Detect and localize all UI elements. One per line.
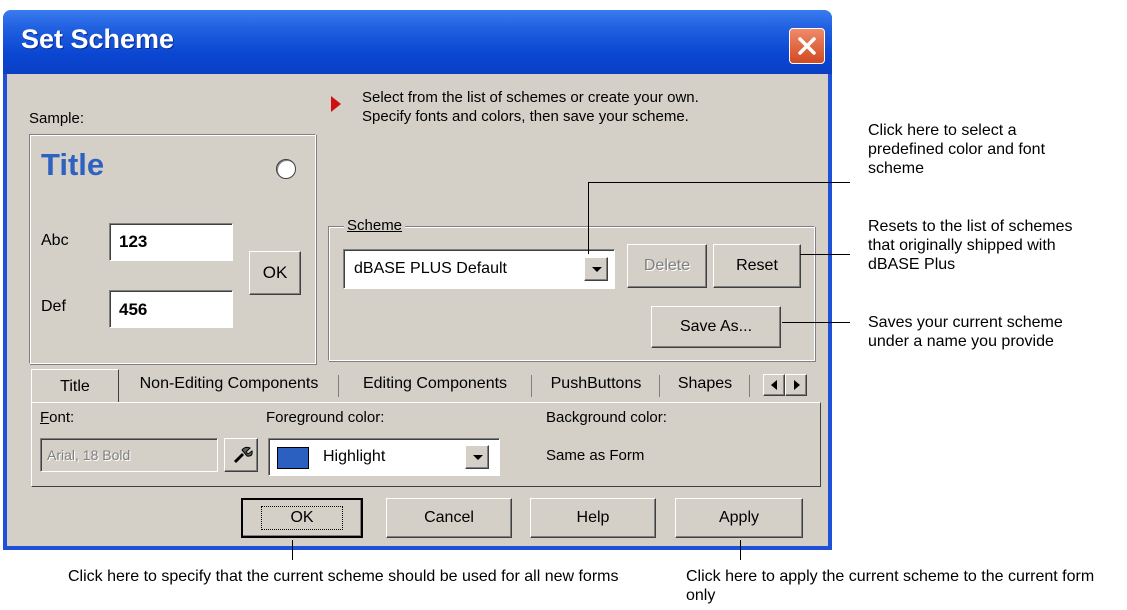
annotation-select-scheme: Click here to select a predefined color … — [868, 122, 1046, 177]
save-as-button[interactable]: Save As... — [651, 306, 781, 348]
sample-label: Sample: — [29, 110, 85, 127]
help-button[interactable]: Help — [530, 498, 656, 538]
chevron-down-icon[interactable] — [584, 257, 608, 281]
ok-button[interactable]: OK — [241, 498, 363, 538]
sample-panel: Title Abc 123 OK Def 456 — [29, 134, 316, 364]
cancel-button[interactable]: Cancel — [386, 498, 512, 538]
tab-shapes[interactable]: Shapes — [662, 369, 748, 399]
sample-title: Title — [41, 147, 105, 182]
annotation-save-as: Saves your current scheme under a name y… — [868, 314, 1063, 350]
chevron-down-icon[interactable] — [465, 445, 489, 469]
apply-button[interactable]: Apply — [675, 498, 803, 538]
close-button[interactable] — [789, 28, 825, 64]
scheme-selected: dBASE PLUS Default — [354, 260, 507, 277]
sample-ok-button[interactable]: OK — [249, 251, 301, 295]
tab-strip: Title Non-Editing Components Editing Com… — [31, 369, 821, 403]
tab-separator — [338, 375, 339, 397]
tab-editing-components[interactable]: Editing Components — [340, 369, 530, 399]
font-label: Font: — [40, 409, 75, 426]
callout-line — [740, 540, 741, 560]
annotation-apply: Click here to apply the current scheme t… — [686, 568, 1095, 604]
title-bar[interactable]: Set Scheme — [3, 10, 832, 74]
reset-button[interactable]: Reset — [713, 244, 801, 288]
hint-line-1: Select from the list of schemes or creat… — [362, 89, 699, 106]
sample-abc-field[interactable]: 123 — [109, 223, 233, 261]
wrench-icon — [233, 446, 253, 464]
hint-line-2: Specify fonts and colors, then save your… — [362, 108, 689, 125]
callout-line — [800, 254, 850, 255]
font-picker-button[interactable] — [224, 438, 258, 472]
sample-def-label: Def — [41, 298, 66, 315]
tab-separator — [659, 375, 660, 397]
delete-button[interactable]: Delete — [627, 244, 707, 288]
tab-pushbuttons[interactable]: PushButtons — [534, 369, 658, 399]
font-field[interactable]: Arial, 18 Bold — [40, 438, 218, 472]
close-icon — [798, 37, 816, 55]
sample-def-field[interactable]: 456 — [109, 290, 233, 328]
bg-color-value: Same as Form — [546, 447, 645, 464]
window-title: Set Scheme — [21, 24, 175, 54]
tab-separator — [531, 375, 532, 397]
tab-scroll-right-button[interactable] — [785, 374, 807, 396]
callout-line — [292, 540, 293, 560]
hint-text: Select from the list of schemes or creat… — [362, 88, 699, 126]
fg-color-value: Highlight — [323, 448, 386, 465]
hint-arrow-icon — [331, 96, 341, 112]
sample-abc-label: Abc — [41, 232, 69, 249]
arrow-right-icon — [794, 380, 800, 390]
fg-color-swatch — [277, 447, 309, 469]
callout-line — [588, 182, 589, 254]
ok-button-label: OK — [261, 506, 343, 530]
tab-separator — [749, 375, 750, 397]
dialog-client-area: Select from the list of schemes or creat… — [7, 74, 828, 546]
arrow-left-icon — [771, 380, 777, 390]
scheme-dropdown[interactable]: dBASE PLUS Default — [343, 249, 615, 289]
tab-page-title: Font: Arial, 18 Bold Foreground color: H… — [31, 402, 821, 487]
scheme-group-label: Scheme — [344, 217, 406, 234]
tab-non-editing-components[interactable]: Non-Editing Components — [121, 369, 337, 399]
fg-color-label: Foreground color: — [266, 409, 385, 426]
tab-title[interactable]: Title — [31, 369, 119, 403]
callout-line — [782, 322, 850, 323]
bg-color-label: Background color: — [546, 409, 667, 426]
annotation-reset: Resets to the list of schemes that origi… — [868, 218, 1073, 273]
callout-line — [588, 182, 850, 183]
tab-scroll-left-button[interactable] — [763, 374, 785, 396]
sample-radio[interactable] — [276, 159, 296, 179]
set-scheme-dialog: Set Scheme Select from the list of schem… — [3, 10, 832, 550]
annotation-ok: Click here to specify that the current s… — [68, 568, 619, 585]
fg-color-dropdown[interactable]: Highlight — [268, 438, 500, 476]
